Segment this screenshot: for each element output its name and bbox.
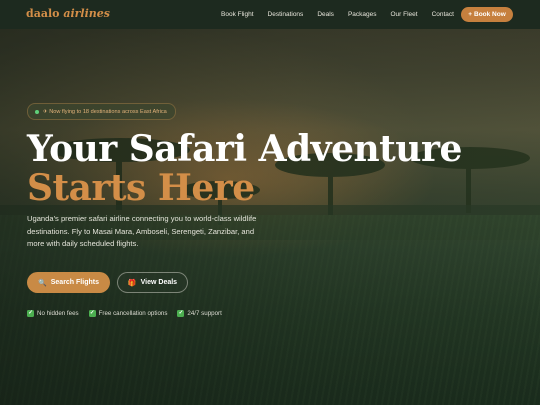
feature-list: ✓ No hidden fees ✓ Free cancellation opt… (27, 310, 232, 317)
brand-logo[interactable]: daalo airlines (26, 7, 110, 20)
nav-links: Book Flight Destinations Deals Packages … (221, 0, 454, 29)
hero-title-line1: Your Safari Adventure (27, 128, 462, 170)
brand-name-b: airlines (63, 7, 110, 20)
hero-title-line2: Starts Here (27, 167, 255, 209)
feature-label: No hidden fees (37, 310, 79, 317)
destinations-badge: ✈ Now flying to 18 destinations across E… (27, 103, 176, 120)
plus-icon: + (468, 11, 472, 18)
top-navbar: daalo airlines Book Flight Destinations … (0, 0, 540, 29)
feature-item: ✓ 24/7 support (177, 310, 222, 317)
check-icon: ✓ (27, 310, 34, 317)
search-flights-label: Search Flights (50, 279, 99, 286)
nav-link-our-fleet[interactable]: Our Fleet (390, 11, 417, 18)
book-now-button[interactable]: + Book Now (461, 7, 513, 22)
book-now-label: Book Now (474, 11, 506, 18)
feature-item: ✓ No hidden fees (27, 310, 79, 317)
nav-link-destinations[interactable]: Destinations (268, 11, 304, 18)
badge-text: ✈ Now flying to 18 destinations across E… (43, 108, 167, 115)
view-deals-label: View Deals (140, 279, 178, 286)
feature-label: 24/7 support (187, 310, 222, 317)
brand-name-a: daalo (26, 7, 60, 20)
view-deals-button[interactable]: 🎁 View Deals (117, 272, 188, 293)
search-flights-button[interactable]: 🔍 Search Flights (27, 272, 110, 293)
search-icon: 🔍 (38, 279, 47, 287)
hero-description: Uganda's premier safari airline connecti… (27, 214, 257, 248)
nav-link-contact[interactable]: Contact (432, 11, 454, 18)
nav-link-book-flight[interactable]: Book Flight (221, 11, 254, 18)
nav-link-deals[interactable]: Deals (317, 11, 334, 18)
feature-label: Free cancellation options (98, 310, 168, 317)
nav-link-packages[interactable]: Packages (348, 11, 377, 18)
check-icon: ✓ (88, 310, 96, 317)
status-dot (35, 109, 39, 114)
feature-item: ✓ Free cancellation options (88, 310, 168, 317)
gift-icon: 🎁 (127, 279, 137, 287)
check-icon: ✓ (177, 310, 185, 317)
